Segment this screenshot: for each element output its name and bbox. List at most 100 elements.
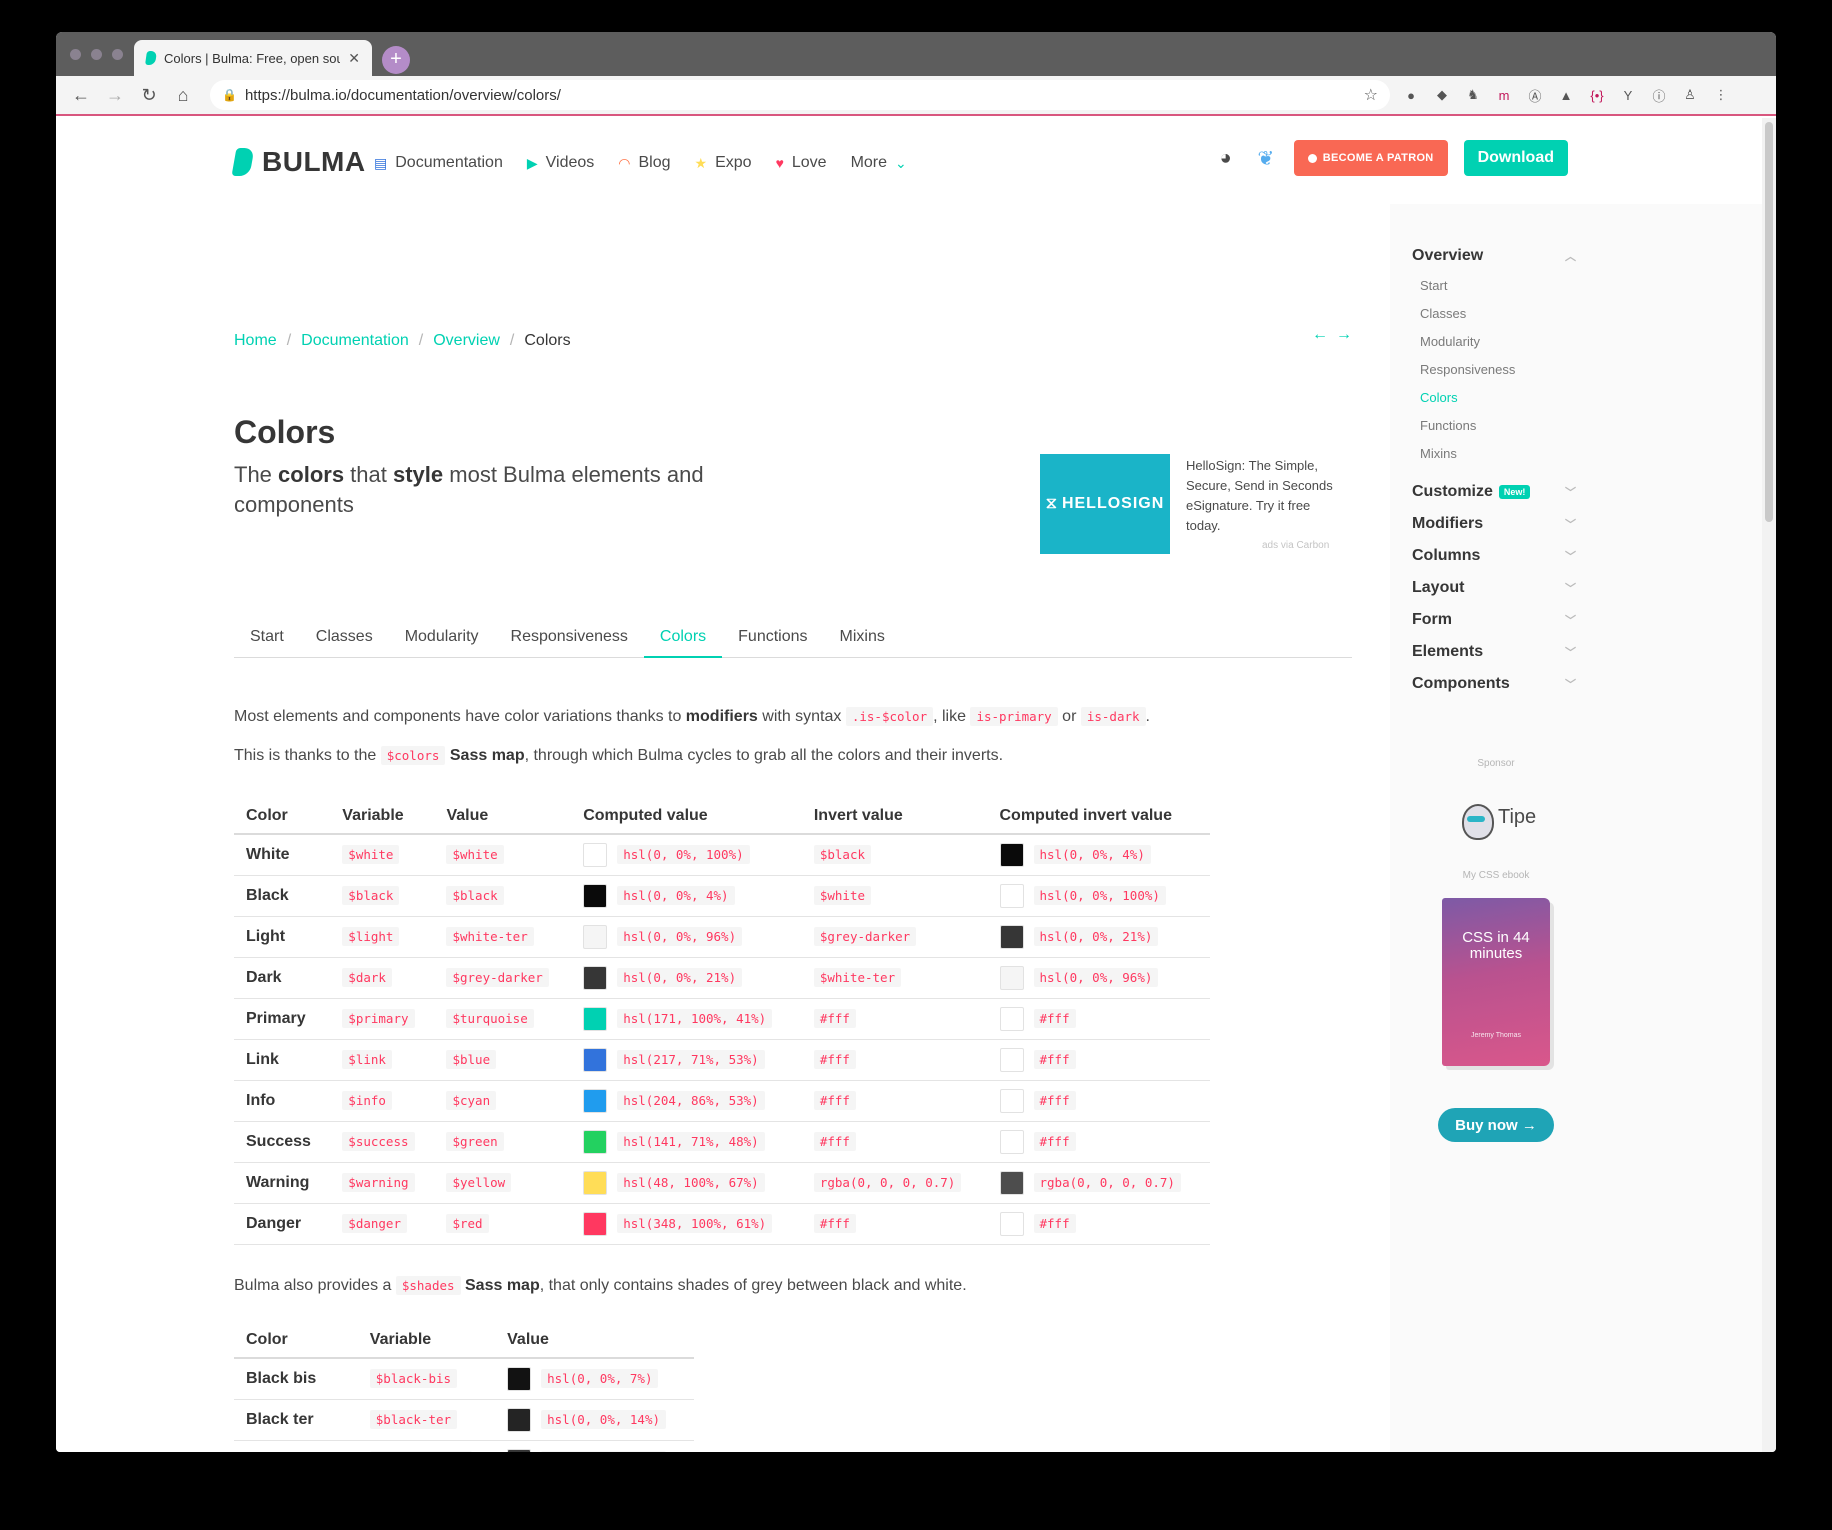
ad-via[interactable]: ads via Carbon bbox=[1262, 540, 1329, 551]
extension-icon[interactable]: Ⓐ bbox=[1526, 86, 1544, 104]
ebook-cover[interactable]: CSS in 44 minutes Jeremy Thomas bbox=[1442, 898, 1550, 1066]
profile-icon[interactable]: ♙ bbox=[1681, 86, 1699, 104]
address-bar[interactable]: 🔒 https://bulma.io/documentation/overvie… bbox=[210, 80, 1390, 110]
invert-cell: $white-ter bbox=[801, 957, 988, 999]
nav-documentation[interactable]: ▤ Documentation bbox=[374, 154, 503, 172]
value-cell: $turquoise bbox=[434, 998, 572, 1040]
extension-icon[interactable]: {•} bbox=[1588, 86, 1606, 104]
breadcrumb-overview[interactable]: Overview bbox=[433, 332, 500, 350]
sidebar-item-colors[interactable]: Colors bbox=[1420, 384, 1576, 412]
buy-now-button[interactable]: Buy now → bbox=[1438, 1108, 1554, 1142]
menu-kebab-icon[interactable]: ⋮ bbox=[1712, 86, 1730, 104]
close-tab-icon[interactable]: ✕ bbox=[348, 50, 360, 67]
sidebar-item-customize[interactable]: Customize New! ﹀ bbox=[1412, 476, 1576, 508]
close-window-button[interactable] bbox=[70, 49, 81, 60]
breadcrumb-separator: / bbox=[418, 332, 424, 349]
variable-code: $info bbox=[342, 1090, 392, 1110]
new-tab-button[interactable]: + bbox=[382, 46, 410, 74]
patreon-icon bbox=[1307, 153, 1317, 163]
computed-value-cell: #fff bbox=[987, 1080, 1210, 1122]
browser-tab[interactable]: Colors | Bulma: Free, open sou ✕ bbox=[134, 40, 372, 76]
sidebar-item-form[interactable]: Form ﹀ bbox=[1412, 604, 1576, 636]
tab-responsiveness[interactable]: Responsiveness bbox=[495, 618, 644, 658]
sidebar-item-elements[interactable]: Elements ﹀ bbox=[1412, 636, 1576, 668]
sidebar-item-overview[interactable]: Overview ︿ bbox=[1412, 240, 1576, 272]
swatch-wrapper: #fff bbox=[999, 1211, 1199, 1236]
bookmark-star-icon[interactable]: ☆ bbox=[1364, 85, 1378, 105]
intro-paragraph-1: Most elements and components have color … bbox=[234, 707, 1150, 726]
computed-code: rgba(0, 0, 0, 0.7) bbox=[1033, 1173, 1181, 1192]
sidebar-item-functions[interactable]: Functions bbox=[1420, 412, 1576, 440]
tab-functions[interactable]: Functions bbox=[722, 618, 823, 658]
scrollbar-thumb[interactable] bbox=[1765, 122, 1773, 522]
inline-code: .is-$color bbox=[845, 707, 934, 726]
url-text[interactable]: https://bulma.io/documentation/overview/… bbox=[245, 87, 1356, 104]
color-swatch bbox=[999, 1211, 1024, 1236]
tab-classes[interactable]: Classes bbox=[300, 618, 389, 658]
nav-label: Videos bbox=[545, 154, 595, 171]
extension-icon[interactable]: ▲ bbox=[1557, 86, 1575, 104]
shade-name-cell: Grey darker bbox=[234, 1440, 358, 1452]
sidebar-item-components[interactable]: Components ﹀ bbox=[1412, 668, 1576, 700]
sidebar-item-mixins[interactable]: Mixins bbox=[1420, 440, 1576, 468]
tab-mixins[interactable]: Mixins bbox=[824, 618, 901, 658]
reload-icon[interactable]: ↻ bbox=[134, 80, 164, 110]
computed-code: hsl(0, 0%, 100%) bbox=[617, 845, 750, 865]
sidebar-item-columns[interactable]: Columns ﹀ bbox=[1412, 540, 1576, 572]
color-swatch bbox=[999, 1088, 1024, 1113]
twitter-icon[interactable]: ❦ bbox=[1254, 146, 1278, 171]
swatch-wrapper: hsl(171, 100%, 41%) bbox=[583, 1006, 790, 1031]
zoom-window-button[interactable] bbox=[112, 49, 123, 60]
shade-name-cell: Black bis bbox=[234, 1358, 358, 1400]
minimize-window-button[interactable] bbox=[91, 49, 102, 60]
back-icon[interactable]: ← bbox=[66, 80, 96, 110]
nav-videos[interactable]: ▶ Videos bbox=[527, 154, 594, 172]
next-page-icon[interactable]: → bbox=[1336, 326, 1352, 344]
become-patron-button[interactable]: BECOME A PATRON bbox=[1293, 140, 1448, 176]
tab-start[interactable]: Start bbox=[234, 618, 300, 658]
computed-code: hsl(0, 0%, 4%) bbox=[1033, 845, 1151, 865]
previous-page-icon[interactable]: ← bbox=[1312, 326, 1328, 344]
sidebar-item-start[interactable]: Start bbox=[1420, 272, 1576, 300]
extension-icon[interactable]: ● bbox=[1402, 86, 1420, 104]
extension-icon[interactable]: ◆ bbox=[1433, 86, 1451, 104]
brand-logo[interactable]: BULMA bbox=[231, 146, 366, 178]
download-button[interactable]: Download bbox=[1463, 140, 1568, 176]
extension-icon[interactable]: ⓘ bbox=[1650, 86, 1668, 104]
sidebar-item-classes[interactable]: Classes bbox=[1420, 300, 1576, 328]
hellosign-logo[interactable]: ⧖ HELLOSIGN bbox=[1040, 454, 1170, 554]
sidebar-label-text: Customize bbox=[1412, 483, 1493, 500]
swatch-wrapper: hsl(0, 0%, 21%) bbox=[507, 1448, 682, 1452]
sidebar-label: Overview bbox=[1412, 247, 1484, 264]
nav-blog[interactable]: ◠ Blog bbox=[618, 154, 670, 172]
shades-table: Color Variable Value Black bis $black-bis… bbox=[234, 1322, 694, 1452]
breadcrumb-home[interactable]: Home bbox=[234, 332, 277, 350]
extension-icon[interactable]: ♞ bbox=[1464, 86, 1482, 104]
swatch-wrapper: #fff bbox=[999, 1047, 1199, 1072]
tipe-sponsor-link[interactable]: Tipe bbox=[1460, 796, 1536, 840]
home-icon[interactable]: ⌂ bbox=[168, 80, 198, 110]
nav-love[interactable]: ♥ Love bbox=[776, 154, 827, 172]
extension-icon[interactable]: Y bbox=[1619, 86, 1637, 104]
sidebar-item-modifiers[interactable]: Modifiers ﹀ bbox=[1412, 508, 1576, 540]
computed-value-cell: #fff bbox=[987, 1203, 1210, 1245]
tab-modularity[interactable]: Modularity bbox=[389, 618, 495, 658]
nav-expo[interactable]: ★ Expo bbox=[695, 154, 752, 172]
github-icon[interactable]: ◕ bbox=[1214, 147, 1238, 170]
value-cell: $black bbox=[434, 875, 572, 917]
tab-colors[interactable]: Colors bbox=[643, 618, 723, 658]
variable-cell: $dark bbox=[330, 957, 435, 999]
vertical-scrollbar[interactable] bbox=[1762, 118, 1776, 1452]
extension-icon[interactable]: m bbox=[1495, 86, 1513, 104]
ad-text[interactable]: HelloSign: The Simple, Secure, Send in S… bbox=[1186, 456, 1346, 536]
sidebar-item-layout[interactable]: Layout ﹀ bbox=[1412, 572, 1576, 604]
invert-code: #fff bbox=[813, 1131, 856, 1151]
forward-icon[interactable]: → bbox=[100, 80, 130, 110]
sidebar-item-modularity[interactable]: Modularity bbox=[1420, 328, 1576, 356]
breadcrumb-documentation[interactable]: Documentation bbox=[301, 332, 409, 350]
nav-more[interactable]: More ⌄ bbox=[851, 154, 907, 172]
carbon-ad[interactable]: ⧖ HELLOSIGN HelloSign: The Simple, Secure… bbox=[1040, 454, 1352, 554]
swatch-wrapper: hsl(0, 0%, 7%) bbox=[507, 1366, 682, 1391]
page-pager: ← → bbox=[1312, 326, 1352, 344]
sidebar-item-responsiveness[interactable]: Responsiveness bbox=[1420, 356, 1576, 384]
